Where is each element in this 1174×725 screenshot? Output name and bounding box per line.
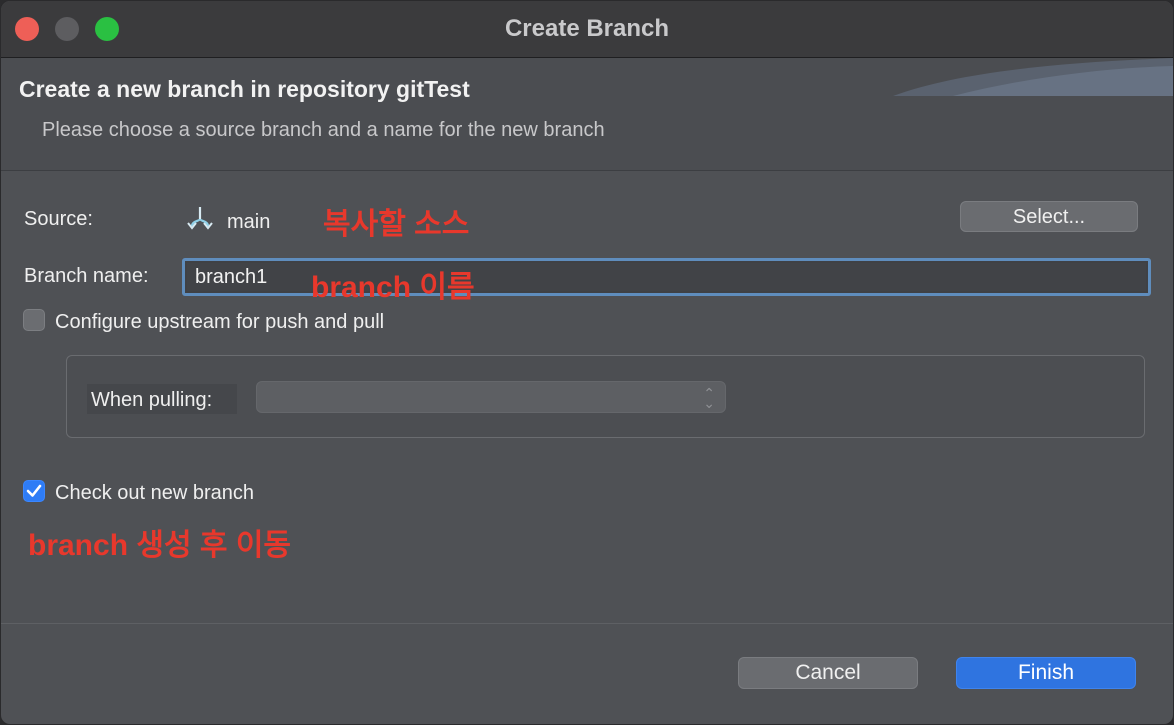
upstream-checkbox[interactable] bbox=[23, 309, 45, 331]
dialog-banner: Create a new branch in repository gitTes… bbox=[1, 58, 1173, 171]
banner-subtitle: Please choose a source branch and a name… bbox=[42, 119, 605, 141]
checkout-annotation: branch 생성 후 이동 bbox=[28, 529, 292, 562]
source-label: Source: bbox=[24, 208, 93, 230]
upstream-checkbox-label[interactable]: Configure upstream for push and pull bbox=[55, 311, 384, 334]
checkmark-icon bbox=[26, 484, 42, 497]
finish-button[interactable]: Finish bbox=[956, 657, 1136, 689]
checkout-checkbox[interactable] bbox=[23, 480, 45, 502]
branch-name-value: branch1 bbox=[195, 266, 268, 288]
window-title: Create Branch bbox=[504, 15, 670, 42]
branch-name-annotation: branch 이름 bbox=[311, 271, 475, 304]
when-pulling-select[interactable]: ⌃ ⌄ bbox=[256, 381, 726, 413]
banner-title: Create a new branch in repository gitTes… bbox=[19, 76, 470, 102]
banner-decoration bbox=[893, 58, 1173, 96]
branch-name-label: Branch name: bbox=[24, 265, 149, 287]
updown-chevron-icon: ⌃ ⌄ bbox=[703, 385, 715, 411]
select-button-label: Select... bbox=[1012, 206, 1086, 228]
checkout-checkbox-label[interactable]: Check out new branch bbox=[55, 482, 254, 505]
branch-icon bbox=[187, 207, 213, 230]
source-branch-value: main bbox=[227, 211, 271, 233]
title-bar: Create Branch bbox=[1, 1, 1173, 58]
create-branch-dialog: Create Branch Create a new branch in rep… bbox=[0, 0, 1174, 725]
when-pulling-label: When pulling: bbox=[91, 389, 213, 411]
source-annotation: 복사할 소스 bbox=[323, 208, 470, 241]
cancel-button[interactable]: Cancel bbox=[738, 657, 918, 689]
footer-separator bbox=[1, 623, 1173, 624]
select-source-button[interactable]: Select... bbox=[960, 201, 1138, 232]
